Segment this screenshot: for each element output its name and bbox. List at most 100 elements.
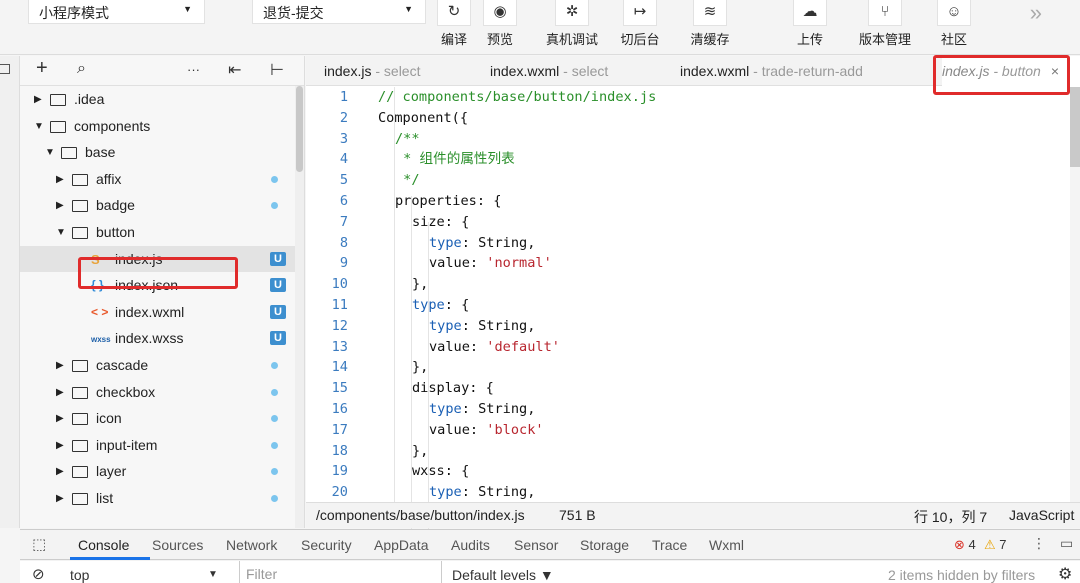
editor-tab[interactable]: index.wxml - trade-return-add [680, 56, 863, 86]
code-line: 7 size: { [306, 212, 1070, 233]
scrollbar-thumb[interactable] [296, 86, 303, 172]
toolbar-button-6[interactable]: ⑂ 版本管理 [853, 0, 917, 55]
panel-toggle-icon[interactable] [0, 64, 10, 74]
chevron-right-icon[interactable]: ▶ [56, 174, 64, 185]
untracked-badge: U [270, 251, 286, 266]
toolbar-button-5[interactable]: ☁ 上传 [790, 0, 830, 55]
log-levels-select[interactable]: Default levels ▼ [452, 567, 554, 583]
tree-item[interactable]: < > index.wxml U [20, 299, 296, 326]
tree-item[interactable]: ▶ .idea [20, 86, 296, 113]
devtools-tabs: ⬚ ⊗ 4 ⚠ 7 ⋮ ▭ Console Sources Network Secur… [20, 530, 1080, 560]
modified-dot [271, 468, 278, 476]
chevron-down-icon[interactable]: ▼ [208, 569, 218, 580]
explorer-scrollbar[interactable] [295, 86, 304, 528]
editor-scrollbar[interactable] [1070, 87, 1080, 502]
devtools-tab-storage[interactable]: Storage [580, 537, 629, 553]
code-text: value: 'default' [429, 338, 560, 355]
tree-item[interactable]: ▶ input-item [20, 432, 296, 459]
devtools-tab-trace[interactable]: Trace [652, 537, 687, 553]
collapse-all-icon[interactable]: ⇤ [228, 60, 241, 80]
devtools-tab-appdata[interactable]: AppData [374, 537, 428, 553]
tree-item[interactable]: ▼ button [20, 219, 296, 246]
tree-item[interactable]: ▼ base [20, 139, 296, 166]
tree-item[interactable]: ▶ list [20, 485, 296, 512]
chevron-right-icon[interactable]: ▶ [56, 200, 64, 211]
code-text: type: String, [429, 484, 536, 501]
code-line: 12 type: String, [306, 316, 1070, 337]
chevron-down-icon[interactable]: ▼ [45, 147, 55, 158]
devtools-menu-icon[interactable]: ⋮ [1032, 535, 1046, 552]
inspect-element-icon[interactable]: ⬚ [32, 535, 46, 553]
devtools-tab-sources[interactable]: Sources [152, 537, 203, 553]
error-count[interactable]: ⊗ 4 [954, 537, 976, 553]
modified-dot [271, 175, 278, 183]
warning-count[interactable]: ⚠ 7 [984, 537, 1007, 553]
tree-item-label: affix [96, 170, 122, 187]
line-number: 19 [331, 463, 348, 480]
more-options-icon[interactable]: ··· [187, 62, 200, 77]
chevron-right-icon[interactable]: ▶ [56, 466, 64, 477]
toolbar-button-1[interactable]: ◉ 预览 [480, 0, 520, 55]
tree-item[interactable]: ▶ badge [20, 192, 296, 219]
devtools-tab-security[interactable]: Security [301, 537, 352, 553]
chevron-right-icon[interactable]: ▶ [56, 440, 64, 451]
status-language[interactable]: JavaScript [1009, 507, 1074, 523]
devtools-tab-network[interactable]: Network [226, 537, 277, 553]
tree-item-label: list [96, 489, 114, 506]
chevron-right-icon[interactable]: ▶ [56, 493, 64, 504]
chevron-down-icon[interactable]: ▼ [56, 227, 66, 238]
toolbar-button-4[interactable]: ≋ 清缓存 [690, 0, 730, 55]
code-line: 17 value: 'block' [306, 420, 1070, 441]
tree-item-label: .idea [74, 91, 105, 107]
editor-tab[interactable]: index.wxml - select [490, 56, 608, 86]
console-settings-icon[interactable]: ⚙ [1058, 564, 1072, 583]
untracked-badge: U [270, 304, 286, 319]
add-file-icon[interactable]: + [36, 57, 48, 80]
split-view-icon[interactable]: ⊢ [270, 60, 284, 80]
context-select[interactable]: top [70, 567, 89, 583]
code-text: value: 'normal' [429, 255, 552, 272]
chevron-down-icon[interactable]: ▼ [34, 121, 44, 132]
tree-item[interactable]: ▼ components [20, 113, 296, 140]
toolbar-button-7[interactable]: ☺ 社区 [934, 0, 974, 55]
clear-console-icon[interactable]: ⊘ [32, 565, 45, 583]
toolbar-button-label: 上传 [796, 32, 823, 47]
mode-select[interactable]: 小程序模式 ▼ [28, 0, 205, 24]
search-icon[interactable]: ⌕ [77, 60, 86, 78]
chevron-right-icon[interactable]: ▶ [34, 94, 42, 105]
more-tools-icon[interactable]: » [1030, 0, 1042, 26]
chevron-right-icon[interactable]: ▶ [56, 413, 64, 424]
devtools-tab-console[interactable]: Console [78, 537, 129, 553]
tree-item[interactable]: ▶ layer [20, 458, 296, 485]
scrollbar-thumb[interactable] [1070, 87, 1080, 167]
devtools-tab-wxml[interactable]: Wxml [709, 537, 744, 553]
toolbar-button-0[interactable]: ↻ 编译 [434, 0, 474, 55]
error-icon: ⊗ [954, 537, 965, 552]
tree-item[interactable]: ▶ affix [20, 166, 296, 193]
console-filter-input[interactable]: Filter [239, 561, 442, 583]
compile-mode-select[interactable]: 退货-提交 ▼ [252, 0, 426, 24]
devtools-tab-audits[interactable]: Audits [451, 537, 490, 553]
toolbar-button-3[interactable]: ↦ 切后台 [620, 0, 660, 55]
tree-item[interactable]: ▶ icon [20, 405, 296, 432]
code-line: 3 /** [306, 129, 1070, 150]
editor-tab[interactable]: index.js - select [324, 56, 420, 86]
tree-item[interactable]: wxss index.wxss U [20, 325, 296, 352]
code-line: 2 Component({ [306, 108, 1070, 129]
folder-icon [72, 439, 88, 452]
chevron-right-icon[interactable]: ▶ [56, 360, 64, 371]
tree-item[interactable]: ▶ checkbox [20, 379, 296, 406]
line-number: 13 [331, 338, 348, 355]
modified-dot [271, 441, 278, 449]
status-cursor-position[interactable]: 行 10，列 7 [914, 507, 987, 527]
tree-item-label: index.wxml [115, 303, 185, 320]
tree-item[interactable]: ▶ cascade [20, 352, 296, 379]
toolbar-button-2[interactable]: ✲ 真机调试 [540, 0, 604, 55]
dock-side-icon[interactable]: ▭ [1060, 535, 1073, 552]
line-number: 3 [339, 130, 348, 147]
devtools-tab-sensor[interactable]: Sensor [514, 537, 558, 553]
code-area[interactable]: 1 // components/base/button/index.js 2 Comp… [306, 87, 1070, 502]
chevron-right-icon[interactable]: ▶ [56, 387, 64, 398]
folder-icon [50, 94, 66, 106]
code-text: /** [395, 130, 420, 147]
